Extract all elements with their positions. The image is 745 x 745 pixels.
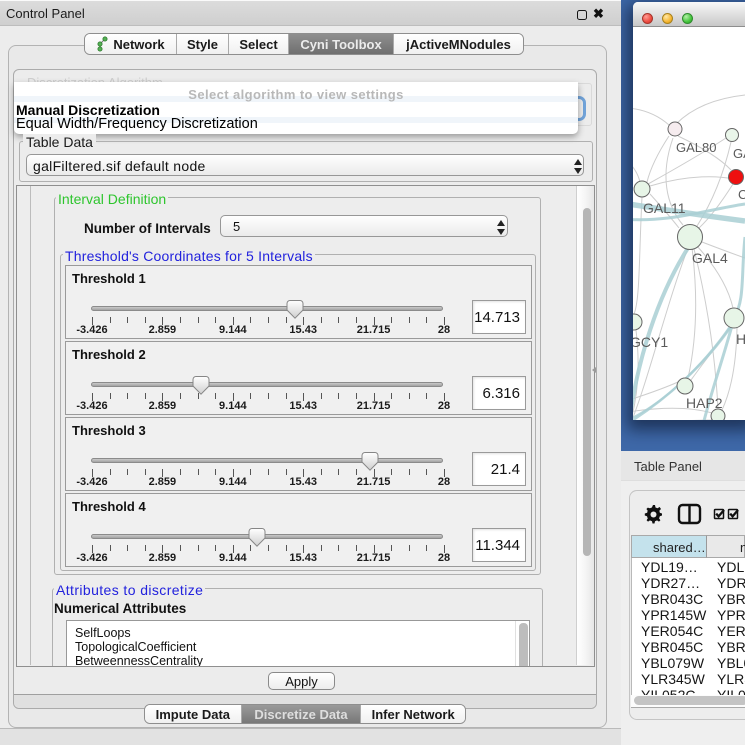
svg-text:GAL80: GAL80 [676,140,716,155]
svg-text:C: C [738,187,745,202]
svg-text:GCY1: GCY1 [633,334,668,350]
svg-text:HAP2: HAP2 [686,395,723,411]
svg-text:GA: GA [733,146,745,161]
svg-text:GAL11: GAL11 [643,200,686,216]
svg-text:GAL4: GAL4 [692,250,728,266]
svg-text:H: H [736,331,745,347]
